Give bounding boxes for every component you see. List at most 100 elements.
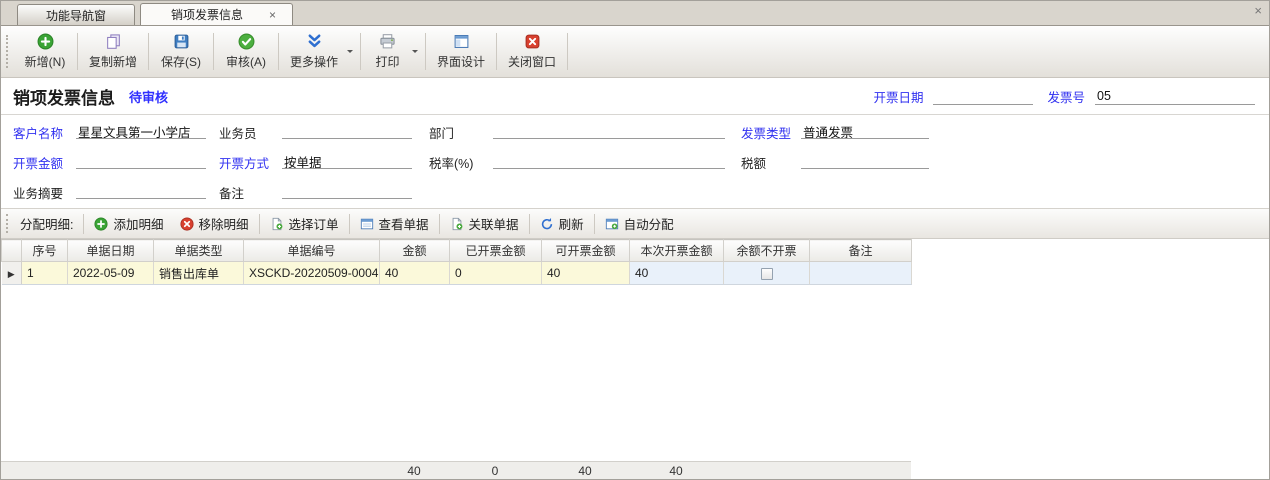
tab-sales-invoice[interactable]: 销项发票信息 × [140,3,293,25]
save-button[interactable]: 保存(S) [151,28,211,75]
invoice-amount-label: 开票金额 [13,153,63,172]
tax-amount-label: 税额 [741,153,766,172]
main-toolbar: 新增(N) 复制新增 保存(S) 审核(A) [1,26,1269,78]
business-summary-label: 业务摘要 [13,183,63,202]
toolbar-separator [496,33,497,70]
invoice-amount-field[interactable] [76,150,206,169]
button-label: 刷新 [559,214,584,233]
summary-invoiced-amount: 0 [449,462,541,480]
tax-rate-label: 税率(%) [429,153,473,172]
select-order-button[interactable]: 选择订单 [262,212,347,236]
row-indicator[interactable]: ▶ [2,262,22,285]
cell-remark[interactable] [810,262,912,285]
grid-summary-row: 40 0 40 40 [1,462,911,480]
tax-rate-field[interactable] [493,150,725,169]
form-row: 客户名称 星星文具第一小学店 业务员 部门 发票类型 普通发票 [1,115,1269,145]
summary-spacer [21,462,67,480]
col-no-invoice-remainder[interactable]: 余额不开票 [724,240,810,262]
col-current-amount[interactable]: 本次开票金额 [630,240,724,262]
cell-doc-type[interactable]: 销售出库单 [154,262,244,285]
print-button[interactable]: 打印 [363,28,423,75]
tax-amount-field[interactable] [801,150,929,169]
salesman-field[interactable] [282,120,412,139]
toolbar-separator [259,214,260,234]
dropdown-arrow-icon[interactable] [347,50,353,56]
summary-amount: 40 [379,462,449,480]
button-label: 关闭窗口 [508,53,556,70]
col-doc-type[interactable]: 单据类型 [154,240,244,262]
detail-toolbar: 分配明细: 添加明细 移除明细 选择订单 查看单据 [1,208,1269,239]
toolbar-grip-handle[interactable] [6,214,11,233]
detail-grid-table: 序号 单据日期 单据类型 单据编号 金额 已开票金额 可开票金额 本次开票金额 … [1,239,912,285]
tab-bar: 功能导航窗 销项发票信息 × × [1,1,1269,26]
copy-new-button[interactable]: 复制新增 [80,28,146,75]
new-button[interactable]: 新增(N) [15,28,75,75]
tab-label: 销项发票信息 [171,6,243,23]
customer-name-label: 客户名称 [13,123,63,142]
add-detail-button[interactable]: 添加明细 [86,212,171,236]
summary-spacer [153,462,243,480]
button-label: 添加明细 [113,214,163,233]
col-invoiced-amount[interactable]: 已开票金额 [450,240,542,262]
link-doc-button[interactable]: 关联单据 [442,212,527,236]
ui-design-button[interactable]: 界面设计 [428,28,494,75]
button-label: 界面设计 [437,53,485,70]
tab-label: 功能导航窗 [46,7,106,24]
toolbar-separator [594,214,595,234]
cell-amount[interactable]: 40 [380,262,450,285]
select-order-icon [270,217,284,231]
invoice-no-field[interactable]: 05 [1095,87,1255,105]
remark-label: 备注 [219,183,244,202]
invoice-no-label: 发票号 [1047,87,1085,106]
more-actions-button[interactable]: 更多操作 [281,28,358,75]
remark-field[interactable] [282,180,412,199]
cell-invoiced-amount[interactable]: 0 [450,262,542,285]
toolbar-grip-handle[interactable] [6,35,11,68]
auto-assign-button[interactable]: 自动分配 [597,212,682,236]
cell-current-amount[interactable]: 40 [630,262,724,285]
summary-spacer [723,462,809,480]
department-field[interactable] [493,120,725,139]
button-label: 新增(N) [25,53,66,70]
auto-assign-icon [605,217,619,231]
invoice-type-field[interactable]: 普通发票 [801,120,929,139]
toolbar-separator [439,214,440,234]
remove-detail-button[interactable]: 移除明细 [172,212,257,236]
invoice-type-label: 发票类型 [741,123,791,142]
salesman-label: 业务员 [219,123,257,142]
cell-doc-date[interactable]: 2022-05-09 [68,262,154,285]
approve-button[interactable]: 审核(A) [216,28,276,75]
no-invoice-remainder-checkbox[interactable] [761,268,773,280]
col-remark[interactable]: 备注 [810,240,912,262]
tab-function-nav[interactable]: 功能导航窗 [17,4,135,25]
ui-design-icon [453,33,470,50]
col-available-amount[interactable]: 可开票金额 [542,240,630,262]
business-summary-field[interactable] [76,180,206,199]
col-doc-date[interactable]: 单据日期 [68,240,154,262]
grid-data-row: ▶ 1 2022-05-09 销售出库单 XSCKD-20220509-0004… [2,262,912,285]
grid-empty-area[interactable] [1,285,1269,461]
col-seq[interactable]: 序号 [22,240,68,262]
window-close-icon[interactable]: × [1254,4,1262,17]
print-icon [379,33,396,50]
title-bar-fields: 开票日期 发票号 05 [873,87,1255,106]
cell-doc-no[interactable]: XSCKD-20220509-0004 [244,262,380,285]
refresh-button[interactable]: 刷新 [532,212,592,236]
tab-close-icon[interactable]: × [269,9,276,21]
dropdown-arrow-icon[interactable] [412,50,418,56]
detail-grid: 序号 单据日期 单据类型 单据编号 金额 已开票金额 可开票金额 本次开票金额 … [1,239,1269,480]
invoice-date-field[interactable] [933,87,1033,105]
add-detail-icon [94,217,108,231]
col-amount[interactable]: 金额 [380,240,450,262]
button-label: 关联单据 [469,214,519,233]
close-window-button[interactable]: 关闭窗口 [499,28,565,75]
col-doc-no[interactable]: 单据编号 [244,240,380,262]
invoice-method-field[interactable]: 按单据 [282,150,412,169]
page-title: 销项发票信息 [13,84,115,109]
invoice-method-label: 开票方式 [219,153,269,172]
cell-available-amount[interactable]: 40 [542,262,630,285]
view-doc-button[interactable]: 查看单据 [352,212,437,236]
view-doc-icon [360,217,374,231]
cell-seq[interactable]: 1 [22,262,68,285]
customer-name-field[interactable]: 星星文具第一小学店 [76,120,206,139]
